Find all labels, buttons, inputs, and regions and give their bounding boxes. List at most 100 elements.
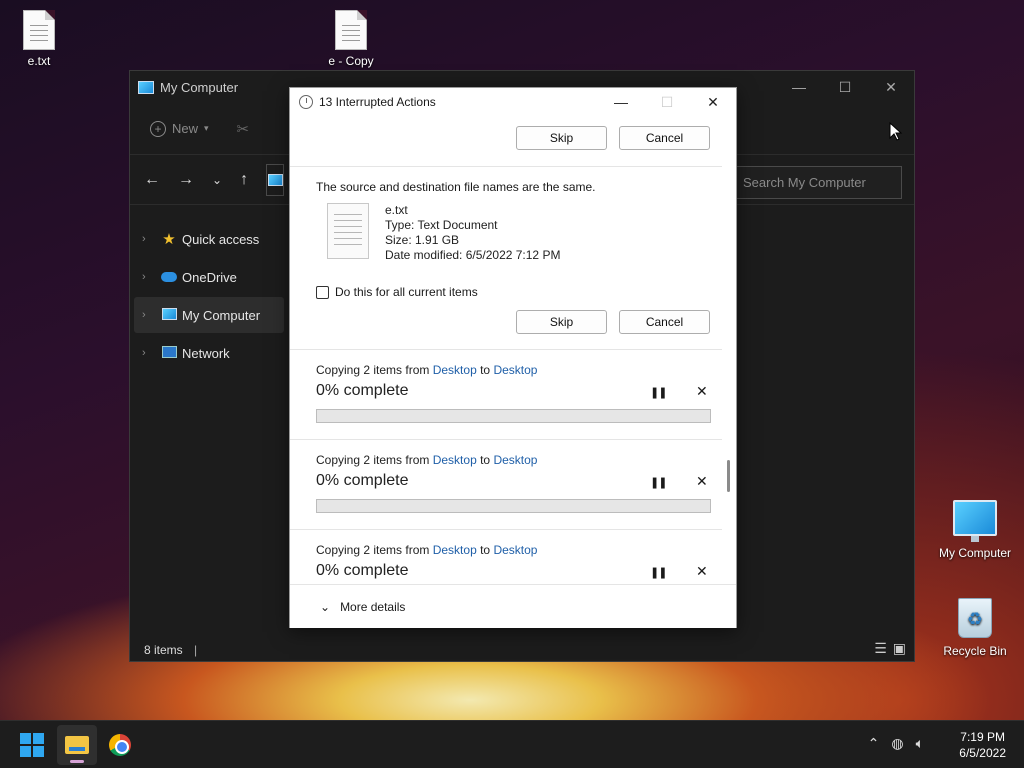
taskbar-file-explorer[interactable]	[57, 725, 97, 765]
forward-arrow-icon[interactable]: →	[178, 171, 194, 189]
nav-item-label: Network	[182, 345, 230, 361]
operation-text: to	[476, 363, 494, 377]
dialog-scrollbar[interactable]	[727, 460, 730, 492]
nav-item-label: Quick access	[182, 231, 260, 247]
cancel-operation-icon[interactable]: ✕	[696, 383, 708, 400]
nav-item-label: My Computer	[182, 307, 261, 323]
star-icon: ★	[162, 231, 176, 248]
nav-item-network[interactable]: › Network	[134, 335, 284, 371]
taskbar-chrome[interactable]	[100, 725, 140, 765]
folder-icon	[65, 736, 89, 754]
speaker-icon[interactable]: 🔈︎	[916, 735, 924, 752]
file-type: Type: Text Document	[385, 218, 498, 232]
nav-item-my-computer[interactable]: › My Computer	[134, 297, 284, 333]
nav-item-label: OneDrive	[182, 269, 237, 285]
destination-link[interactable]: Desktop	[493, 453, 537, 467]
view-toggle: ☰ ▣	[874, 640, 906, 657]
taskbar-clock[interactable]: 7:19 PM 6/5/2022	[959, 729, 1006, 761]
apply-all-checkbox-row[interactable]: Do this for all current items	[316, 285, 478, 299]
cancel-operation-icon[interactable]: ✕	[696, 563, 708, 580]
computer-icon	[953, 500, 997, 542]
operation-description: Copying 2 items from Desktop to Desktop	[316, 363, 537, 377]
percent-complete: 0% complete	[316, 562, 409, 579]
mouse-cursor-icon	[889, 122, 903, 141]
search-input[interactable]: Search My Computer	[736, 166, 902, 199]
pause-icon[interactable]: ❚❚	[650, 566, 667, 579]
source-link[interactable]: Desktop	[433, 453, 477, 467]
percent-complete: 0% complete	[316, 382, 409, 399]
conflict-message: The source and destination file names ar…	[316, 180, 596, 194]
cut-icon[interactable]: ✂	[237, 120, 250, 138]
search-placeholder: Search My Computer	[743, 175, 866, 190]
tiles-view-icon[interactable]: ▣	[893, 640, 906, 657]
computer-icon	[267, 173, 283, 186]
progress-bar	[316, 409, 711, 423]
chevron-down-icon: ⌄	[320, 599, 331, 614]
cancel-operation-icon[interactable]: ✕	[696, 473, 708, 490]
chevron-up-icon[interactable]: ⌃	[868, 735, 880, 752]
more-details-toggle[interactable]: ⌄ More details	[290, 584, 736, 628]
system-tray: ⌃ ◍ 🔈︎	[868, 735, 924, 752]
close-button[interactable]: ✕	[868, 71, 914, 103]
percent-complete: 0% complete	[316, 472, 409, 489]
desktop-icon-label: My Computer	[938, 546, 1012, 560]
up-arrow-icon[interactable]: ↑	[240, 171, 248, 189]
apply-all-checkbox[interactable]	[316, 285, 329, 299]
plus-icon: +	[150, 120, 166, 137]
computer-icon	[161, 307, 177, 320]
maximize-button[interactable]: ☐	[822, 71, 868, 103]
destination-link[interactable]: Desktop	[493, 543, 537, 557]
desktop-icon-etxt[interactable]: e.txt	[0, 10, 79, 68]
chevron-right-icon[interactable]: ›	[142, 233, 160, 245]
conflict-cancel-button[interactable]: Cancel	[619, 310, 710, 334]
clock-time: 7:19 PM	[960, 730, 1005, 744]
close-button[interactable]: ✕	[690, 88, 736, 116]
chevron-right-icon[interactable]: ›	[142, 271, 160, 283]
back-arrow-icon[interactable]: ←	[144, 171, 160, 189]
nav-item-quick-access[interactable]: › ★ Quick access	[134, 221, 284, 257]
recycle-bin-icon: ♻	[958, 598, 992, 638]
progress-bar	[316, 499, 711, 513]
copy-operation: Copying 2 items from Desktop to Desktop …	[290, 530, 722, 584]
operation-text: to	[476, 453, 494, 467]
desktop-icon-label: e.txt	[27, 54, 51, 68]
explorer-window-controls: — ☐ ✕	[776, 71, 914, 103]
pause-icon[interactable]: ❚❚	[650, 476, 667, 489]
source-link[interactable]: Desktop	[433, 543, 477, 557]
clock-icon	[299, 95, 313, 109]
chevron-down-icon[interactable]: ⌄	[212, 173, 222, 187]
operation-text: to	[476, 543, 494, 557]
chevron-right-icon[interactable]: ›	[142, 309, 160, 321]
nav-item-onedrive[interactable]: › OneDrive	[134, 259, 284, 295]
checkbox-label: Do this for all current items	[335, 285, 478, 299]
cancel-button[interactable]: Cancel	[619, 126, 710, 150]
chevron-right-icon[interactable]: ›	[142, 347, 160, 359]
operation-text: Copying 2 items from	[316, 363, 433, 377]
desktop-icon-e-copy[interactable]: e - Copy	[311, 10, 391, 68]
minimize-button[interactable]: —	[776, 71, 822, 103]
start-button[interactable]	[12, 725, 52, 765]
source-link[interactable]: Desktop	[433, 363, 477, 377]
status-bar: 8 items |	[144, 643, 198, 657]
destination-link[interactable]: Desktop	[493, 363, 537, 377]
item-count: 8 items	[144, 643, 183, 657]
new-button[interactable]: + New ▾	[150, 120, 209, 137]
skip-button[interactable]: Skip	[516, 126, 607, 150]
minimize-button[interactable]: —	[598, 88, 644, 116]
desktop-icon-recycle-bin[interactable]: ♻ Recycle Bin	[935, 598, 1015, 658]
maximize-button: ☐	[660, 93, 674, 110]
details-view-icon[interactable]: ☰	[874, 640, 887, 657]
pause-icon[interactable]: ❚❚	[650, 386, 667, 399]
operation-description: Copying 2 items from Desktop to Desktop	[316, 453, 537, 467]
navigation-pane: › ★ Quick access › OneDrive › My Compute…	[130, 219, 288, 373]
clock-date: 6/5/2022	[959, 746, 1006, 760]
file-modified: Date modified: 6/5/2022 7:12 PM	[385, 248, 561, 262]
chrome-icon	[109, 734, 131, 756]
dialog-window-controls: — ☐ ✕	[598, 88, 736, 116]
desktop-icon-my-computer[interactable]: My Computer	[935, 500, 1015, 560]
text-file-icon	[23, 10, 55, 50]
address-box[interactable]	[266, 163, 285, 196]
conflict-skip-button[interactable]: Skip	[516, 310, 607, 334]
globe-icon[interactable]: ◍	[891, 735, 903, 752]
text-file-icon	[327, 203, 369, 259]
